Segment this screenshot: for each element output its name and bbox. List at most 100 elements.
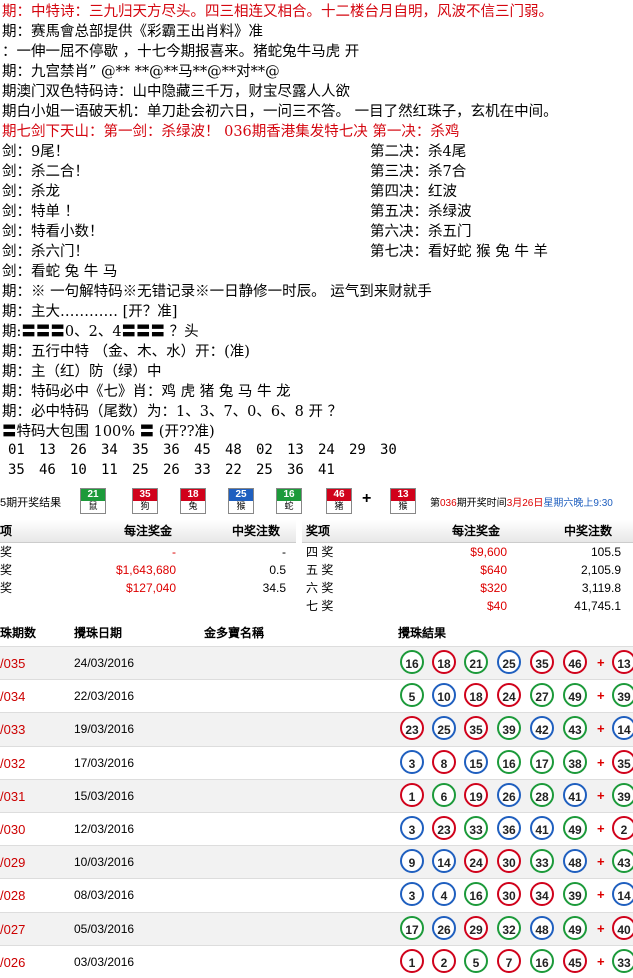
- plus-sign: +: [597, 721, 605, 737]
- chip-zodiac: 猪: [334, 501, 344, 511]
- result-chip: 25 猴: [228, 488, 254, 514]
- plus-sign: +: [597, 820, 605, 836]
- draw-ball: 5: [464, 948, 488, 973]
- draw-ball: 33: [530, 849, 554, 874]
- draw-number[interactable]: /026: [0, 955, 25, 970]
- chip-number: 16: [277, 489, 301, 501]
- sword-item: 剑：杀龙: [2, 184, 60, 200]
- plus-sign: +: [362, 490, 372, 507]
- draw-ball: 7: [497, 948, 521, 973]
- draw-row: /031 15/03/2016 1 6 19 26 28 41 +39: [0, 778, 633, 812]
- chip-number: 35: [133, 489, 157, 501]
- decision-item: 第四决：红波: [370, 184, 457, 200]
- draw-number[interactable]: /033: [0, 722, 25, 737]
- prize-count: 3,119.8: [581, 581, 621, 595]
- draw-number[interactable]: /027: [0, 922, 25, 937]
- draw-ball: 45: [563, 948, 587, 973]
- prize-name: 六 奖: [306, 581, 334, 595]
- draw-date: 12/03/2016: [74, 821, 135, 836]
- prize-row: 六 奖 $320 3,119.8: [302, 579, 633, 597]
- draw-ball: 18: [432, 650, 456, 674]
- draw-ball: 42: [530, 716, 554, 741]
- prediction-line: 期：主（红）防（绿）中: [2, 364, 162, 380]
- prize-header: 奖项 每注奖金 中奖注数: [302, 520, 633, 543]
- prediction-line: 期：特码必中《七》肖：鸡 虎 猪 兔 马 牛 龙: [2, 384, 291, 400]
- draw-ball: 38: [563, 749, 587, 774]
- draw-number[interactable]: /032: [0, 756, 25, 771]
- draw-ball: 18: [464, 683, 488, 708]
- draw-ball: 29: [464, 915, 488, 940]
- candidate-number: 30: [380, 442, 397, 458]
- number-row-2: 35 46 10 11 25 26 33 22 25 36 41: [8, 462, 349, 478]
- draw-number[interactable]: /034: [0, 689, 25, 704]
- chip-zodiac: 鼠: [88, 501, 98, 511]
- draw-ball: 9: [400, 849, 424, 874]
- draw-ball: 46: [563, 650, 587, 674]
- draw-ball: 15: [464, 749, 488, 774]
- chip-number: 13: [391, 489, 415, 501]
- candidate-number: 13: [39, 442, 56, 458]
- draw-date: 22/03/2016: [74, 689, 135, 704]
- special-ball: 43: [612, 849, 633, 874]
- decision-item: 第六决：杀五门: [370, 224, 472, 240]
- draw-row: /033 19/03/2016 23 25 35 39 42 43 +14: [0, 712, 633, 746]
- candidate-number: 36: [163, 442, 180, 458]
- draw-ball: 3: [400, 815, 424, 840]
- candidate-number: 46: [39, 462, 56, 478]
- special-ball: 40: [612, 915, 633, 940]
- chip-number: 21: [81, 489, 105, 501]
- sword-item: 剑：杀六门！: [2, 244, 89, 260]
- draw-date: 10/03/2016: [74, 855, 135, 870]
- draw-ball: 36: [497, 815, 521, 840]
- draw-number[interactable]: /029: [0, 855, 25, 870]
- draw-ball: 17: [530, 749, 554, 774]
- special-ball: 33: [612, 948, 633, 973]
- verse-line-4: 期：九宫禁肖” @** **@**马**@**对**@: [2, 64, 280, 80]
- candidate-number: 25: [132, 462, 149, 478]
- draw-date: 08/03/2016: [74, 888, 135, 903]
- draw-date: 19/03/2016: [74, 722, 135, 737]
- candidate-number: 29: [349, 442, 366, 458]
- candidate-number: 24: [318, 442, 335, 458]
- plus-sign: +: [597, 887, 605, 903]
- draw-number[interactable]: /030: [0, 822, 25, 837]
- prize-count: 34.5: [262, 581, 286, 595]
- prediction-line: 期：※ 一句解特码※无错记录※一日静修一时辰。 运气到来财就手: [2, 284, 432, 300]
- draw-ball: 2: [432, 948, 456, 973]
- draw-number[interactable]: /035: [0, 656, 25, 671]
- candidate-number: 11: [101, 462, 118, 478]
- result-strip-label: 5期开奖结果: [0, 497, 62, 509]
- special-ball: 14: [612, 882, 633, 907]
- draw-row: /034 22/03/2016 5 10 18 24 27 49 +39: [0, 679, 633, 712]
- result-strip: 5期开奖结果 21 鼠 35 狗 18 兔 25 猴 16 蛇 46 猪 +13 猴 第036期开奖时间3…: [0, 488, 633, 514]
- plus-sign: +: [597, 655, 605, 670]
- prize-amount: $320: [480, 581, 507, 595]
- prize-count: 0.5: [269, 563, 286, 577]
- draw-ball: 5: [400, 683, 424, 708]
- draw-ball: 33: [464, 815, 488, 840]
- draw-ball: 49: [563, 683, 587, 708]
- draw-ball: 49: [563, 815, 587, 840]
- number-row-1: 01 13 26 34 35 36 45 48 02 13 24 29 30: [8, 442, 411, 458]
- sword-item: 剑：特单 ！: [2, 204, 80, 220]
- draw-number[interactable]: /031: [0, 789, 25, 804]
- draw-row: /029 10/03/2016 9 14 24 30 33 48 +43: [0, 845, 633, 879]
- next-draw-info: 第036期开奖时间3月26日星期六晚上9:30: [430, 498, 613, 509]
- sword-item: 剑：9尾！: [2, 144, 70, 160]
- prize-row: 五 奖 $640 2,105.9: [302, 561, 633, 579]
- draw-number[interactable]: /028: [0, 888, 25, 903]
- prize-table-right: 奖项 每注奖金 中奖注数 四 奖 $9,600 105.5 五 奖 $640 2,105.…: [302, 520, 633, 616]
- draw-ball: 27: [530, 683, 554, 708]
- draw-date: 03/03/2016: [74, 954, 135, 969]
- candidate-number: 22: [225, 462, 242, 478]
- special-ball: 14: [612, 716, 633, 741]
- draw-ball: 25: [497, 650, 521, 674]
- candidate-number: 45: [194, 442, 211, 458]
- draw-ball: 24: [497, 683, 521, 708]
- prize-name: 七 奖: [306, 599, 334, 613]
- prediction-line: 期:〓〓〓0、2、4〓〓〓 ？头: [2, 324, 199, 340]
- draw-ball: 41: [563, 782, 587, 807]
- special-ball: 13: [612, 650, 633, 674]
- decision-item: 第七决：看好蛇 猴 兔 牛 羊: [370, 244, 548, 260]
- prize-table-left: 项 每注奖金 中奖注数 奖 - - 奖 $1,643,680 0.5 奖 $127,040 34…: [0, 520, 296, 600]
